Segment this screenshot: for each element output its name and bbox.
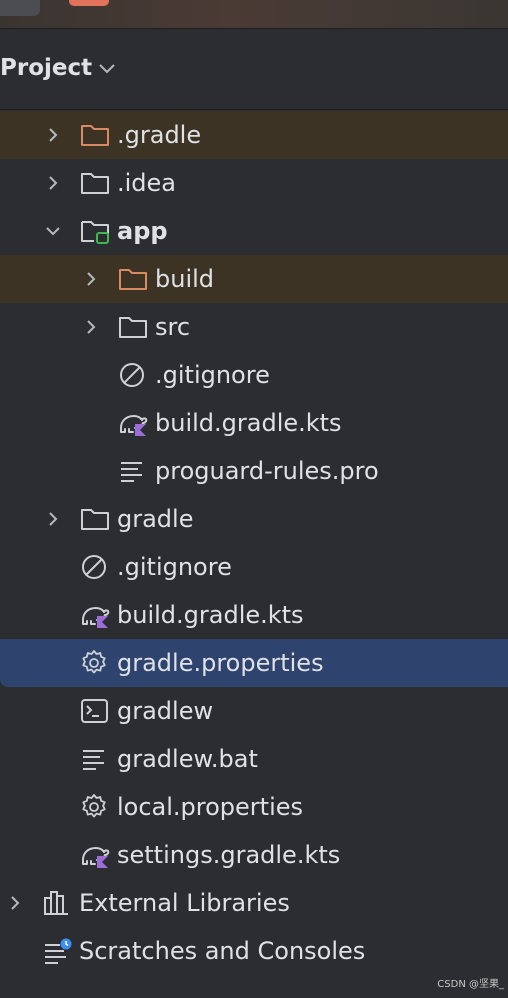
title-bar bbox=[0, 0, 508, 29]
tree-item-app-gitignore[interactable]: .gitignore bbox=[0, 351, 508, 399]
chevron-right-icon[interactable] bbox=[82, 318, 100, 336]
tree-item-gradle-properties[interactable]: gradle.properties bbox=[0, 639, 508, 687]
tree-item-label: .idea bbox=[117, 169, 177, 197]
folder-icon bbox=[119, 317, 147, 338]
tree-item-label: gradle.properties bbox=[117, 649, 324, 677]
tree-item-dot-gradle[interactable]: .gradle bbox=[0, 111, 508, 159]
tree-item-root-build-gradle[interactable]: build.gradle.kts bbox=[0, 591, 508, 639]
chevron-down-icon[interactable] bbox=[98, 63, 116, 75]
module-folder-icon bbox=[81, 221, 109, 244]
tree-item-gradlew[interactable]: gradlew bbox=[0, 687, 508, 735]
folder-icon bbox=[81, 509, 109, 530]
project-tool-window-header: Project bbox=[0, 29, 508, 110]
terminal-script-icon bbox=[81, 699, 108, 723]
tree-item-local-properties[interactable]: local.properties bbox=[0, 783, 508, 831]
libraries-icon bbox=[44, 891, 68, 915]
panel-title[interactable]: Project bbox=[0, 55, 92, 81]
folder-excluded-icon bbox=[81, 125, 109, 146]
project-badge-icon[interactable] bbox=[69, 0, 109, 6]
tree-item-app-module[interactable]: app bbox=[0, 207, 508, 255]
tree-item-label: .gradle bbox=[117, 121, 202, 149]
gradle-kotlin-icon bbox=[82, 847, 110, 868]
chevron-right-icon[interactable] bbox=[44, 126, 62, 144]
main-menu-button[interactable] bbox=[0, 0, 40, 16]
properties-gear-icon bbox=[82, 650, 106, 674]
folder-excluded-icon bbox=[119, 269, 147, 290]
folder-icon bbox=[81, 173, 109, 194]
text-file-icon bbox=[83, 750, 104, 770]
tree-item-external-libraries[interactable]: External Libraries bbox=[0, 879, 508, 927]
watermark: CSDN @坚果_ bbox=[437, 979, 504, 990]
ignore-file-icon bbox=[82, 555, 106, 579]
chevron-right-icon[interactable] bbox=[44, 174, 62, 192]
tree-item-idea[interactable]: .idea bbox=[0, 159, 508, 207]
project-tree: .gradle .idea app build src .gitignore b… bbox=[0, 111, 508, 975]
tree-item-label: build bbox=[155, 265, 215, 293]
tree-item-label: External Libraries bbox=[79, 889, 290, 917]
tree-item-label: src bbox=[155, 313, 191, 341]
tree-item-label: Scratches and Consoles bbox=[79, 937, 366, 965]
tree-item-gradlew-bat[interactable]: gradlew.bat bbox=[0, 735, 508, 783]
tree-item-label: build.gradle.kts bbox=[155, 409, 342, 437]
tree-item-label: build.gradle.kts bbox=[117, 601, 304, 629]
chevron-right-icon[interactable] bbox=[44, 510, 62, 528]
tree-item-root-gitignore[interactable]: .gitignore bbox=[0, 543, 508, 591]
scratches-icon bbox=[45, 938, 72, 964]
tree-item-gradle-folder[interactable]: gradle bbox=[0, 495, 508, 543]
properties-gear-icon bbox=[82, 794, 106, 818]
tree-item-proguard-rules[interactable]: proguard-rules.pro bbox=[0, 447, 508, 495]
chevron-right-icon[interactable] bbox=[6, 894, 24, 912]
gradle-kotlin-icon bbox=[82, 607, 110, 628]
tree-item-label: gradle bbox=[117, 505, 194, 533]
chevron-down-icon[interactable] bbox=[44, 222, 62, 240]
gradle-kotlin-icon bbox=[120, 415, 148, 436]
tree-item-scratches-and-consoles[interactable]: Scratches and Consoles bbox=[0, 927, 508, 975]
tree-item-settings-gradle[interactable]: settings.gradle.kts bbox=[0, 831, 508, 879]
tree-item-label: gradlew bbox=[117, 697, 214, 725]
tree-item-label: .gitignore bbox=[155, 361, 270, 389]
tree-item-label: settings.gradle.kts bbox=[117, 841, 341, 869]
chevron-right-icon[interactable] bbox=[82, 270, 100, 288]
tree-item-label: proguard-rules.pro bbox=[155, 457, 379, 485]
tree-item-app-build-gradle[interactable]: build.gradle.kts bbox=[0, 399, 508, 447]
ignore-file-icon bbox=[120, 363, 144, 387]
tree-item-build[interactable]: build bbox=[0, 255, 508, 303]
tree-item-label: app bbox=[117, 217, 168, 245]
tree-item-label: .gitignore bbox=[117, 553, 232, 581]
tree-item-label: local.properties bbox=[117, 793, 304, 821]
tree-item-src[interactable]: src bbox=[0, 303, 508, 351]
text-file-icon bbox=[121, 462, 142, 482]
tree-item-label: gradlew.bat bbox=[117, 745, 258, 773]
